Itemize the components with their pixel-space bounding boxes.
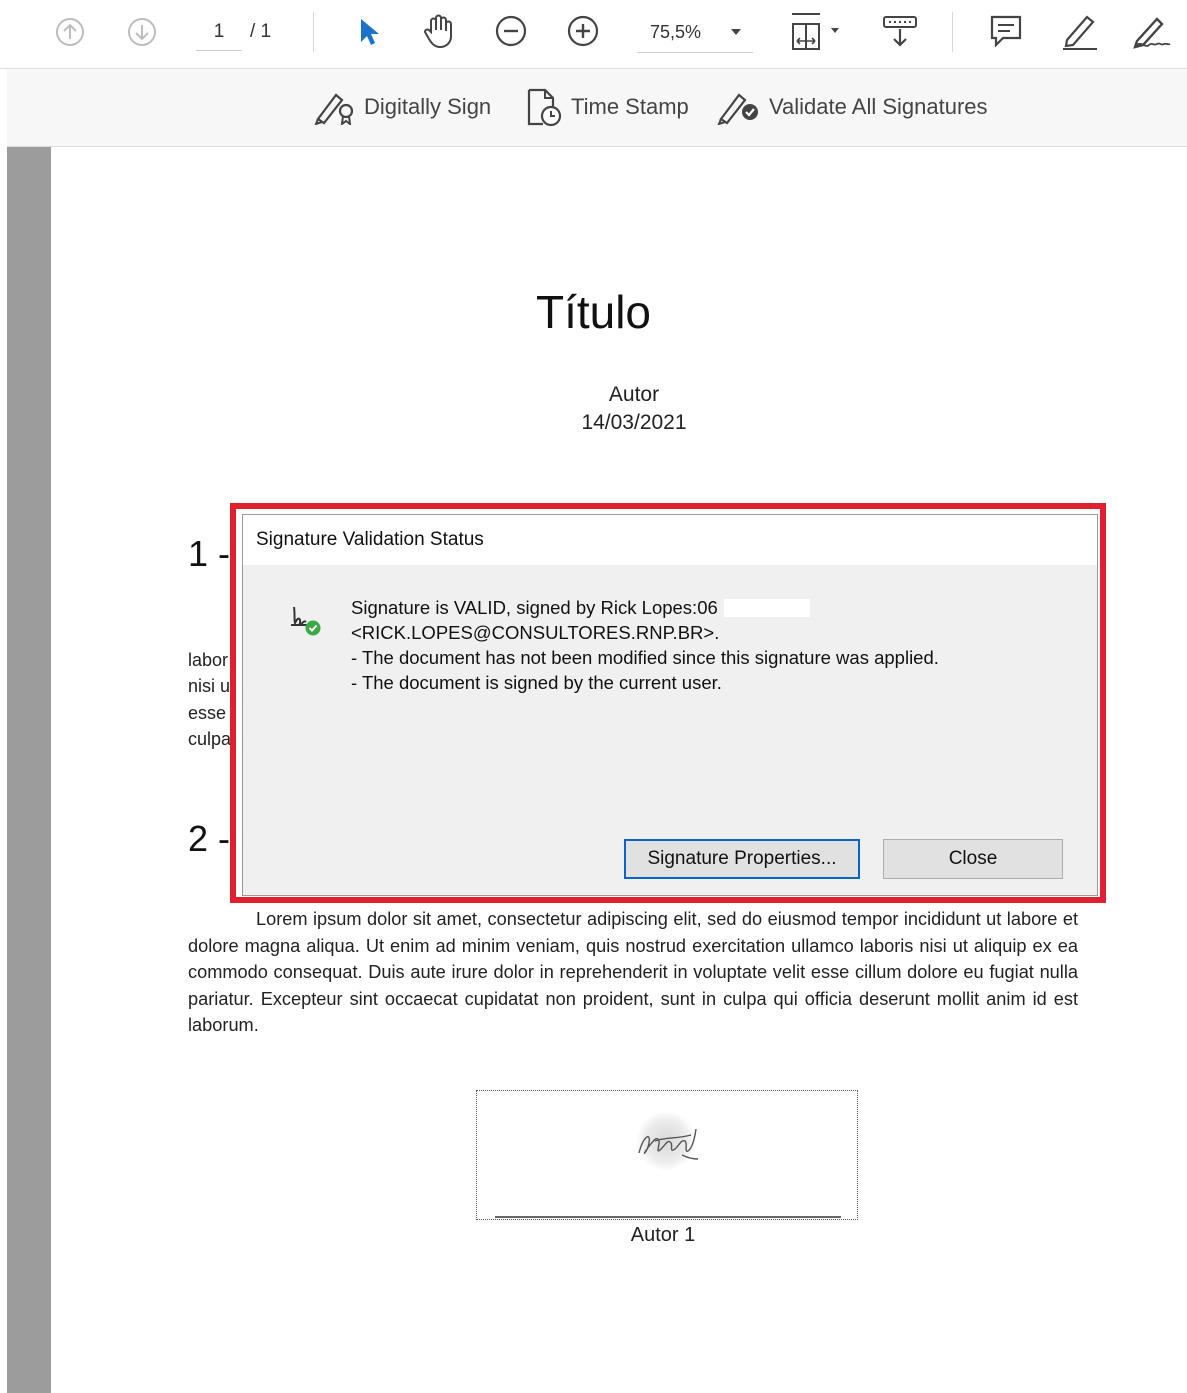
toolbar-divider (313, 12, 314, 52)
certificates-toolbar: Digitally Sign Time Stamp Validate All S… (7, 69, 1187, 147)
previous-page-icon[interactable] (52, 14, 88, 50)
obscured-text-fragment: nisi u (188, 676, 231, 696)
hand-tool-icon[interactable] (418, 10, 460, 52)
select-tool-icon[interactable] (352, 12, 386, 52)
zoom-in-icon[interactable] (564, 12, 602, 50)
validation-line-3: - The document has not been modified sin… (351, 647, 939, 668)
signature-caption: Autor 1 (630, 1224, 696, 1246)
validate-all-signatures-button[interactable]: Validate All Signatures (717, 87, 988, 127)
dialog-title: Signature Validation Status (256, 529, 484, 550)
time-stamp-button[interactable]: Time Stamp (525, 87, 689, 127)
toolbar-divider (952, 12, 953, 52)
redacted-block (723, 599, 810, 617)
chevron-down-icon (731, 29, 741, 35)
section-1-heading: 1 - (188, 533, 231, 574)
digitally-sign-button[interactable]: Digitally Sign (314, 87, 491, 127)
document-date: 14/03/2021 (581, 411, 687, 434)
signature-line (495, 1216, 841, 1218)
validation-line-2: <RICK.LOPES@CONSULTORES.RNP.BR>. (351, 622, 720, 643)
signature-properties-button[interactable]: Signature Properties... (624, 839, 860, 879)
fit-page-icon[interactable] (786, 10, 842, 52)
zoom-level-value: 75,5% (650, 21, 702, 42)
zoom-out-icon[interactable] (492, 12, 530, 50)
validation-message: Signature is VALID, signed by Rick Lopes… (351, 595, 939, 695)
scroll-mode-icon[interactable] (878, 12, 922, 50)
validate-all-label: Validate All Signatures (769, 94, 988, 119)
obscured-text-fragment: culpa (188, 729, 232, 749)
document-title: Título (535, 286, 652, 338)
pen-check-icon (717, 93, 758, 125)
time-stamp-label: Time Stamp (571, 94, 689, 119)
validation-line-4: - The document is signed by the current … (351, 672, 722, 693)
pen-ribbon-icon (314, 93, 354, 125)
close-button[interactable]: Close (883, 839, 1063, 879)
obscured-text-fragment: labor (188, 650, 229, 670)
zoom-level-dropdown[interactable]: 75,5% (637, 12, 753, 53)
obscured-text-fragment: esse (188, 703, 227, 723)
document-author: Autor (608, 383, 660, 406)
next-page-icon[interactable] (124, 14, 160, 50)
highlight-pen-icon[interactable] (1056, 10, 1102, 52)
body-paragraph: Lorem ipsum dolor sit amet, consectetur … (188, 909, 1078, 1036)
signature-field[interactable] (476, 1090, 858, 1220)
page-number-input[interactable]: 1 (196, 14, 242, 51)
sign-pen-icon[interactable] (1126, 10, 1176, 52)
section-2-heading: 2 - (188, 818, 231, 859)
comment-icon[interactable] (986, 12, 1026, 50)
valid-signature-icon (288, 603, 324, 644)
signature-validation-dialog: Signature Validation Status Signature is… (243, 515, 1097, 895)
handwritten-signature-image (636, 1111, 699, 1171)
main-toolbar: 1 / 1 75,5% (0, 0, 1187, 69)
dialog-title-bar[interactable]: Signature Validation Status (243, 515, 1097, 565)
clock-document-icon (527, 88, 562, 127)
page-total-label: / 1 (250, 21, 272, 42)
digitally-sign-label: Digitally Sign (364, 94, 492, 119)
validation-line-1: Signature is VALID, signed by Rick Lopes… (351, 597, 718, 618)
